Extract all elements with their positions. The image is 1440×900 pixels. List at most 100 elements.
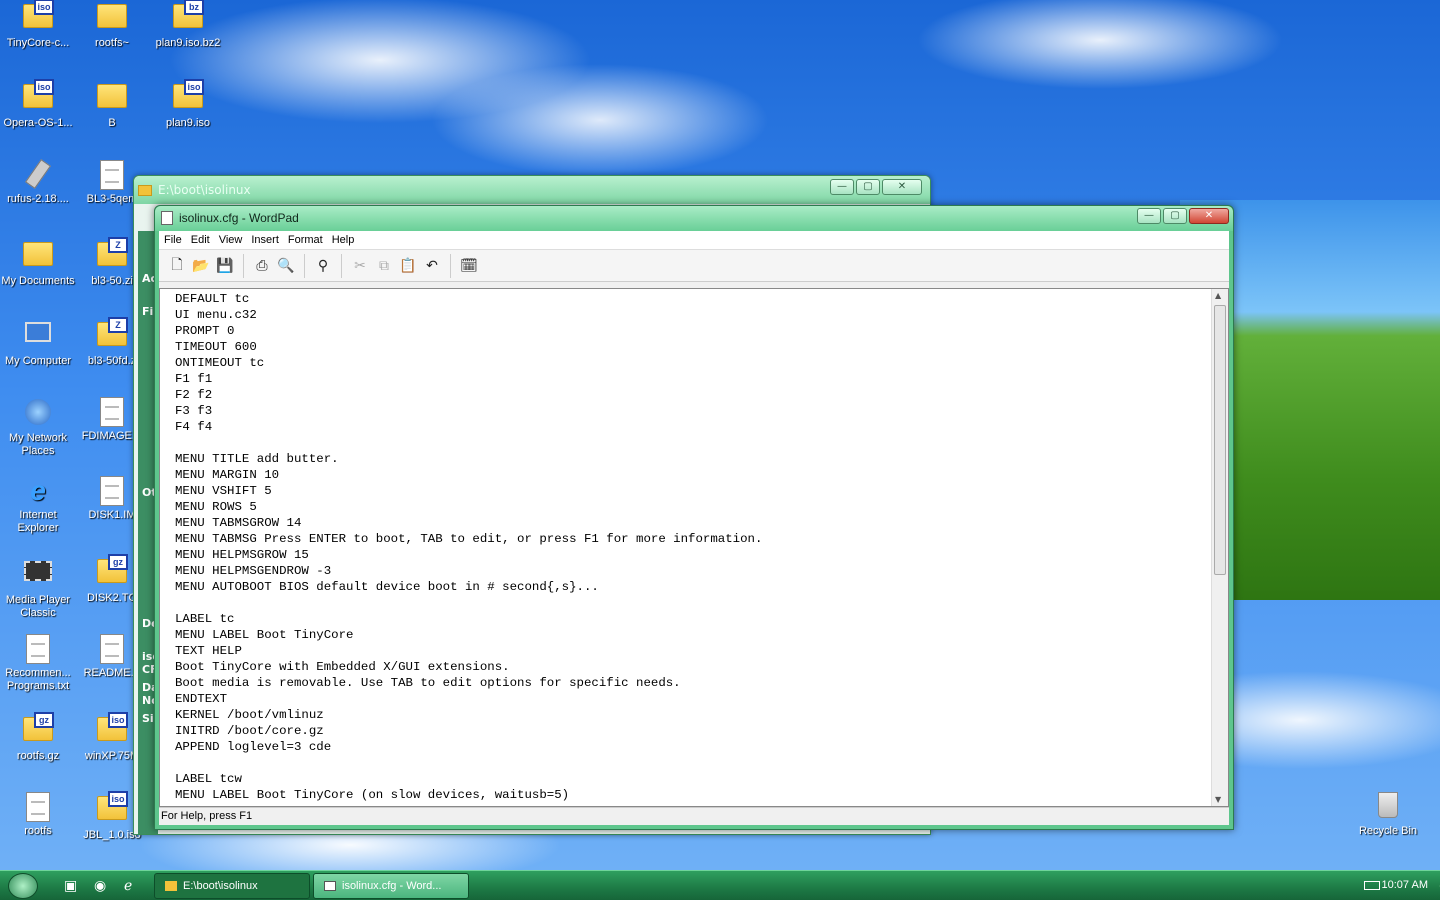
minimize-button[interactable]: — [1137, 208, 1161, 224]
desktop-icon[interactable]: bz plan9.iso.bz2 [150, 0, 226, 70]
wordpad-icon [324, 881, 336, 892]
scroll-thumb[interactable] [1214, 305, 1226, 575]
close-button[interactable]: ✕ [1189, 208, 1229, 224]
start-button[interactable] [8, 873, 38, 899]
menu-help[interactable]: Help [332, 234, 361, 246]
task-label: isolinux.cfg - Word... [342, 880, 442, 892]
scroll-down-icon[interactable]: ▼ [1215, 795, 1221, 804]
iso-file-icon: iso [97, 791, 128, 826]
desktop-icon[interactable]: Recycle Bin [1350, 790, 1426, 860]
maximize-button[interactable]: ▢ [856, 179, 880, 195]
folder-icon [97, 4, 127, 34]
document-icon [97, 160, 127, 190]
desktop-icon-label: My Documents [1, 275, 75, 287]
show-desktop-icon[interactable]: ▣ [64, 878, 77, 894]
undo-icon[interactable]: ↶ [422, 256, 442, 276]
desktop-icon[interactable]: Media Player Classic [0, 555, 76, 625]
open-icon[interactable]: 📂 [191, 256, 211, 276]
menu-insert[interactable]: Insert [251, 234, 285, 246]
document-text[interactable]: DEFAULT tc UI menu.c32 PROMPT 0 TIMEOUT … [175, 291, 762, 806]
iso-file-icon: iso [97, 712, 128, 747]
menu-edit[interactable]: Edit [191, 234, 216, 246]
zip-file-icon: Z [97, 237, 128, 272]
task-label: E:\boot\isolinux [183, 880, 258, 892]
minimize-button[interactable]: — [830, 179, 854, 195]
zip-file-icon: Z [97, 317, 128, 352]
toolbar-separator [341, 253, 342, 278]
document-icon [23, 792, 53, 822]
vertical-scrollbar[interactable]: ▲ ▼ [1211, 289, 1228, 806]
taskbar: ▣ ◉ ℯ E:\boot\isolinux isolinux.cfg - Wo… [0, 870, 1440, 900]
bz-file-icon: bz [173, 0, 204, 34]
desktop-icon[interactable]: iso TinyCore-c... [0, 0, 76, 70]
keyboard-icon[interactable] [1364, 881, 1380, 890]
find-icon[interactable]: ⚲ [313, 256, 333, 276]
toolbar: 🗋 📂 💾 ⎙ 🔍 ⚲ ✂ ⧉ 📋 ↶ 🗓 [159, 250, 1229, 282]
desktop-icon-label: Recycle Bin [1358, 825, 1418, 837]
wordpad-client: File Edit View Insert Format Help 🗋 📂 💾 … [159, 231, 1229, 825]
gz-file-icon: gz [97, 554, 128, 589]
internet-explorer-icon: e [30, 475, 46, 506]
computer-icon [23, 322, 53, 352]
new-icon[interactable]: 🗋 [167, 256, 187, 276]
close-button[interactable]: ✕ [882, 179, 922, 195]
system-tray: ↯ 10:07 AM [1260, 871, 1440, 900]
desktop-icon-label: Opera-OS-1... [3, 117, 73, 129]
wordpad-titlebar[interactable]: isolinux.cfg - WordPad — ▢ ✕ [155, 206, 1233, 231]
desktop-icon-label: rootfs.gz [16, 750, 60, 762]
cut-icon[interactable]: ✂ [350, 256, 370, 276]
wordpad-caption-buttons: — ▢ ✕ [1137, 208, 1229, 224]
folder-icon [138, 184, 152, 196]
desktop-icon[interactable]: iso plan9.iso [150, 79, 226, 150]
status-text: For Help, press F1 [161, 810, 253, 822]
scroll-up-icon[interactable]: ▲ [1215, 291, 1221, 300]
network-icon [23, 399, 53, 429]
internet-explorer-icon[interactable]: ℯ [124, 878, 132, 894]
document-icon [23, 634, 53, 664]
desktop-icon[interactable]: gz rootfs.gz [0, 712, 76, 783]
copy-icon[interactable]: ⧉ [374, 256, 394, 276]
desktop-icon-label: My Network Places [8, 432, 68, 457]
folder-icon [23, 242, 53, 272]
print-preview-icon[interactable]: 🔍 [276, 256, 296, 276]
explorer-caption-buttons: — ▢ ✕ [830, 179, 922, 195]
menu-bar: File Edit View Insert Format Help [159, 231, 1229, 250]
desktop-icon[interactable]: My Network Places [0, 397, 76, 467]
recycle-bin-icon [1373, 792, 1403, 822]
paste-icon[interactable]: 📋 [398, 256, 418, 276]
desktop-icon[interactable]: rufus-2.18.... [0, 159, 76, 230]
window-title: isolinux.cfg - WordPad [179, 211, 299, 225]
media-player-icon[interactable]: ◉ [94, 878, 106, 894]
toolbar-separator [304, 253, 305, 278]
task-explorer[interactable]: E:\boot\isolinux [154, 873, 310, 899]
folder-icon [165, 881, 177, 892]
desktop-icon-label: rufus-2.18.... [7, 193, 69, 205]
iso-file-icon: iso [173, 79, 204, 114]
document-icon [97, 397, 127, 427]
desktop-icon[interactable]: e Internet Explorer [0, 476, 76, 546]
desktop-icon[interactable]: My Computer [0, 318, 76, 388]
document-editor[interactable]: DEFAULT tc UI menu.c32 PROMPT 0 TIMEOUT … [159, 288, 1229, 807]
iso-file-icon: iso [23, 0, 54, 34]
wordpad-icon [161, 211, 173, 225]
wordpad-window[interactable]: isolinux.cfg - WordPad — ▢ ✕ File Edit V… [154, 205, 1234, 830]
maximize-button[interactable]: ▢ [1163, 208, 1187, 224]
desktop-icon[interactable]: rootfs~ [74, 0, 150, 70]
desktop-icon[interactable]: rootfs [0, 792, 76, 862]
task-wordpad[interactable]: isolinux.cfg - Word... [313, 873, 469, 899]
clock[interactable]: 10:07 AM [1382, 879, 1428, 891]
film-icon [23, 561, 53, 591]
menu-view[interactable]: View [219, 234, 249, 246]
desktop-icon[interactable]: My Documents [0, 238, 76, 308]
document-icon [97, 634, 127, 664]
desktop-icon[interactable]: B [74, 80, 150, 150]
status-bar: For Help, press F1 [159, 807, 1229, 825]
desktop-icon[interactable]: Recommen... Programs.txt [0, 634, 76, 704]
menu-file[interactable]: File [164, 234, 188, 246]
explorer-titlebar[interactable]: E:\boot\isolinux [134, 176, 930, 204]
save-icon[interactable]: 💾 [215, 256, 235, 276]
print-icon[interactable]: ⎙ [252, 256, 272, 276]
menu-format[interactable]: Format [288, 234, 329, 246]
desktop-icon[interactable]: iso Opera-OS-1... [0, 79, 76, 150]
insert-datetime-icon[interactable]: 🗓 [459, 256, 479, 276]
